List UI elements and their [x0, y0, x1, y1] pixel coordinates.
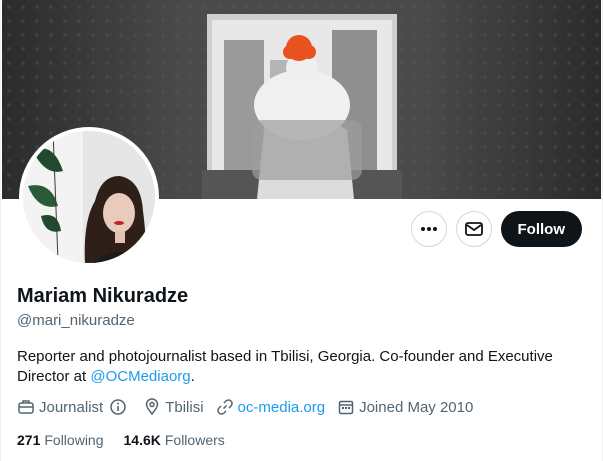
follow-button[interactable]: Follow: [500, 211, 582, 247]
followers-label: Followers: [164, 432, 225, 448]
profession-label: Journalist: [39, 398, 104, 416]
bio: Reporter and photojournalist based in Tb…: [17, 347, 587, 387]
followers-link[interactable]: 14.6K Followers: [124, 432, 225, 448]
bio-mention-link[interactable]: @OCMediaorg: [90, 368, 190, 385]
location-item: Tbilisi: [143, 398, 204, 416]
website-link[interactable]: oc-media.org: [238, 399, 326, 416]
location-pin-icon: [145, 398, 159, 416]
message-button[interactable]: [455, 211, 492, 247]
profile-actions: Follow: [410, 211, 582, 247]
profile-meta: Journalist Tbilisi oc-media.org Joined M…: [17, 398, 485, 416]
profile-page: Follow Mariam Nikuradze @mari_nikuradze …: [0, 0, 603, 461]
info-icon[interactable]: [109, 398, 127, 416]
user-handle: @mari_nikuradze: [17, 312, 135, 329]
profession-item: Journalist: [17, 398, 131, 416]
envelope-icon: [464, 222, 483, 236]
followers-count: 14.6K: [123, 432, 161, 448]
bio-end: .: [190, 368, 195, 385]
more-options-button[interactable]: [410, 211, 447, 247]
location-label: Tbilisi: [165, 398, 204, 416]
avatar-photo: [23, 131, 155, 263]
following-link[interactable]: 271 Following: [17, 432, 104, 448]
follow-stats: 271 Following 14.6K Followers: [17, 432, 245, 448]
joined-label: Joined May 2010: [359, 398, 474, 416]
following-label: Following: [44, 432, 104, 448]
calendar-icon: [338, 400, 354, 415]
display-name: Mariam Nikuradze: [17, 285, 189, 307]
following-count: 271: [17, 432, 41, 448]
more-icon: [420, 227, 437, 231]
link-icon: [216, 399, 233, 415]
website-item: oc-media.org: [216, 398, 326, 416]
joined-item: Joined May 2010: [337, 398, 473, 416]
avatar[interactable]: [19, 127, 159, 267]
briefcase-icon: [18, 400, 34, 414]
